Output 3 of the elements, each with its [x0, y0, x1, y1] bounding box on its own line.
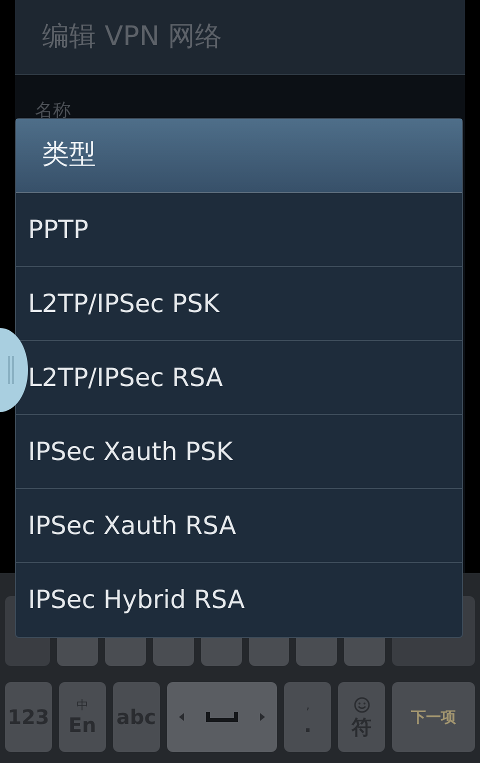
dialog-title: 类型: [42, 138, 96, 172]
field-label: 名称: [35, 100, 71, 121]
dialog-title: 编辑 VPN 网络: [42, 20, 222, 54]
